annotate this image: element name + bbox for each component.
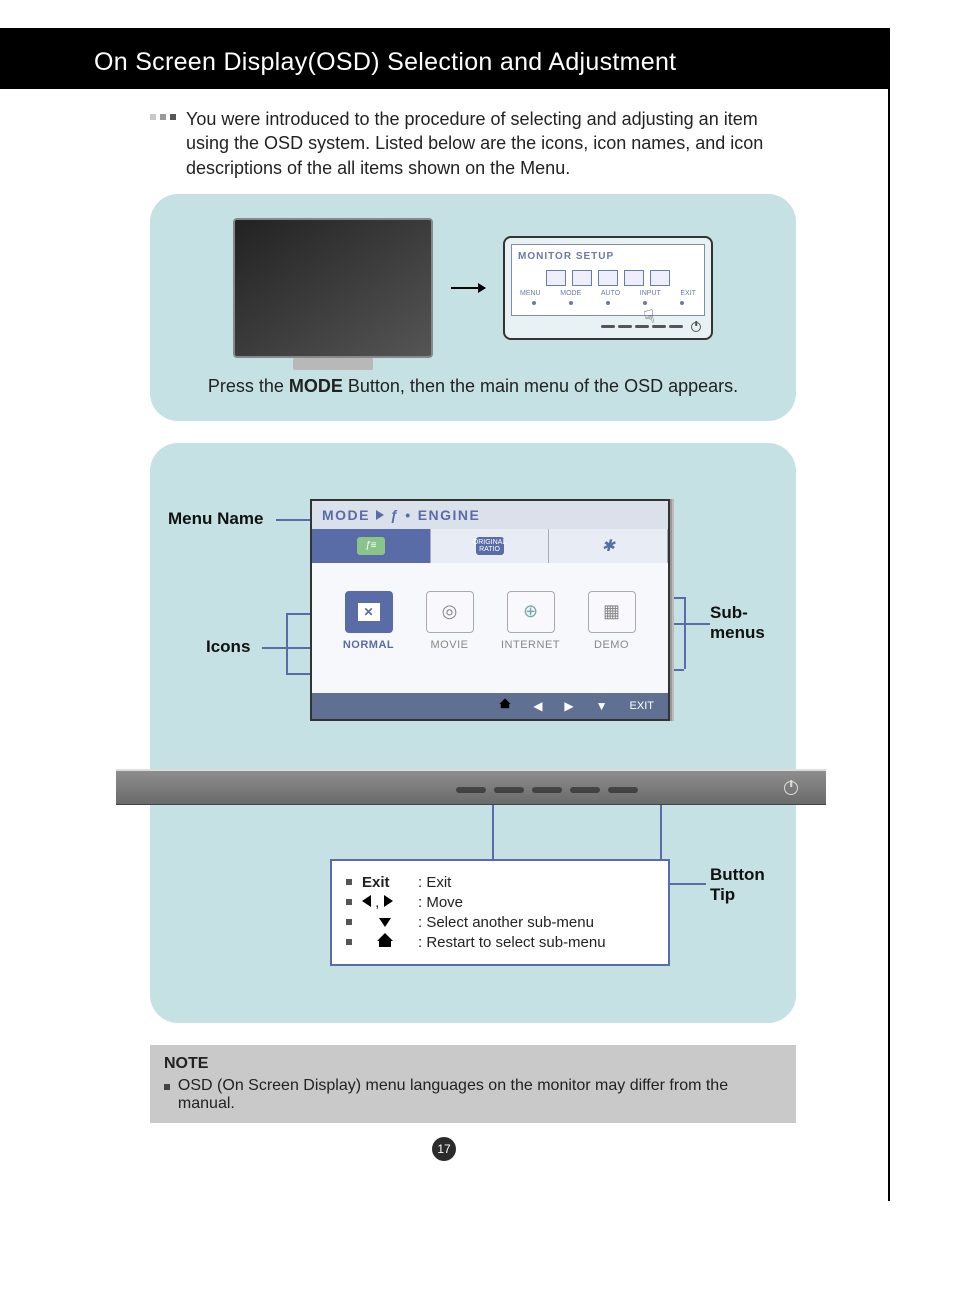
callout-icons: Icons: [206, 637, 250, 657]
power-icon: [691, 322, 701, 332]
down-arrow-icon: ▼: [596, 699, 608, 713]
osd-popup-title: MONITOR SETUP: [516, 249, 700, 266]
tip-row-move: , : Move: [346, 894, 654, 911]
tip-row-select: : Select another sub-menu: [346, 914, 654, 931]
bullet-icon: [164, 1084, 170, 1090]
callout-button-tip: Button Tip: [710, 865, 765, 905]
callout-line: [286, 673, 312, 675]
intro-row: You were introduced to the procedure of …: [150, 107, 790, 180]
osd-tab-color: ✱: [549, 529, 668, 563]
chevron-right-icon: [376, 510, 384, 520]
tip-row-exit: Exit : Exit: [346, 874, 654, 891]
arrow-right-icon: [451, 287, 485, 289]
callout-line: [684, 597, 686, 669]
left-arrow-icon: ◀: [533, 699, 542, 713]
callout-line: [670, 623, 710, 625]
callout-line: [286, 613, 288, 673]
osd-popup-icons: [516, 270, 700, 286]
right-arrow-icon: [384, 895, 393, 907]
panel-top-caption: Press the MODE Button, then the main men…: [170, 376, 776, 397]
callout-submenus: Sub- menus: [710, 603, 765, 643]
note-body: OSD (On Screen Display) menu languages o…: [178, 1077, 782, 1113]
right-arrow-icon: ▶: [564, 699, 573, 713]
monitor-thumbnail-image: [233, 218, 433, 358]
home-icon: [499, 698, 511, 713]
nav-exit-label: EXIT: [630, 700, 654, 712]
page-number: 17: [432, 1137, 456, 1161]
intro-text: You were introduced to the procedure of …: [186, 107, 790, 180]
callout-line: [670, 597, 684, 599]
mode-item-demo: ▦ DEMO: [577, 591, 647, 651]
callout-line: [660, 805, 662, 859]
osd-navbar: ◀ ▶ ▼ EXIT: [312, 693, 668, 719]
home-icon: [379, 935, 391, 947]
bullet-lead-icon: [150, 114, 176, 120]
panel-top: MONITOR SETUP MENU MODE AUTO INPUT EXIT: [150, 194, 796, 421]
osd-indicator-dots: [516, 301, 700, 305]
tip-row-restart: : Restart to select sub-menu: [346, 934, 654, 951]
mode-item-movie: ◎ MOVIE: [415, 591, 485, 651]
osd-header: MODE ƒ•ENGINE: [312, 501, 668, 529]
note-title: NOTE: [164, 1055, 782, 1073]
callout-menu-name: Menu Name: [168, 509, 263, 529]
osd-button-row: [511, 316, 705, 332]
callout-line: [670, 669, 684, 671]
osd-popup-labels: MENU MODE AUTO INPUT EXIT: [516, 290, 700, 297]
button-tip-box: Exit : Exit , : Move : Select another su…: [330, 859, 670, 966]
callout-line: [286, 613, 312, 615]
mode-item-internet: ⊕ INTERNET: [496, 591, 566, 651]
power-icon: [784, 781, 798, 795]
page-title: On Screen Display(OSD) Selection and Adj…: [0, 28, 888, 89]
down-arrow-icon: [379, 918, 391, 927]
callout-line: [492, 805, 494, 859]
osd-body: ✕ NORMAL ◎ MOVIE ⊕ INTERNET ▦ DEMO: [312, 563, 668, 693]
osd-popup-image: MONITOR SETUP MENU MODE AUTO INPUT EXIT: [503, 236, 713, 340]
note-box: NOTE OSD (On Screen Display) menu langua…: [150, 1045, 796, 1123]
osd-tab-ratio: ORIGINAL RATIO: [431, 529, 550, 563]
panel-bottom: Menu Name Icons Sub- menus Button Tip MO…: [150, 443, 796, 1023]
osd-tab-fengine: ƒ≡: [312, 529, 431, 563]
osd-mode-screen: MODE ƒ•ENGINE ƒ≡ ORIGINAL RATIO ✱ ✕ NORM…: [310, 499, 670, 721]
left-arrow-icon: [362, 895, 371, 907]
osd-tabs: ƒ≡ ORIGINAL RATIO ✱: [312, 529, 668, 563]
mode-item-normal: ✕ NORMAL: [334, 591, 404, 651]
monitor-button-strip: [116, 769, 826, 805]
